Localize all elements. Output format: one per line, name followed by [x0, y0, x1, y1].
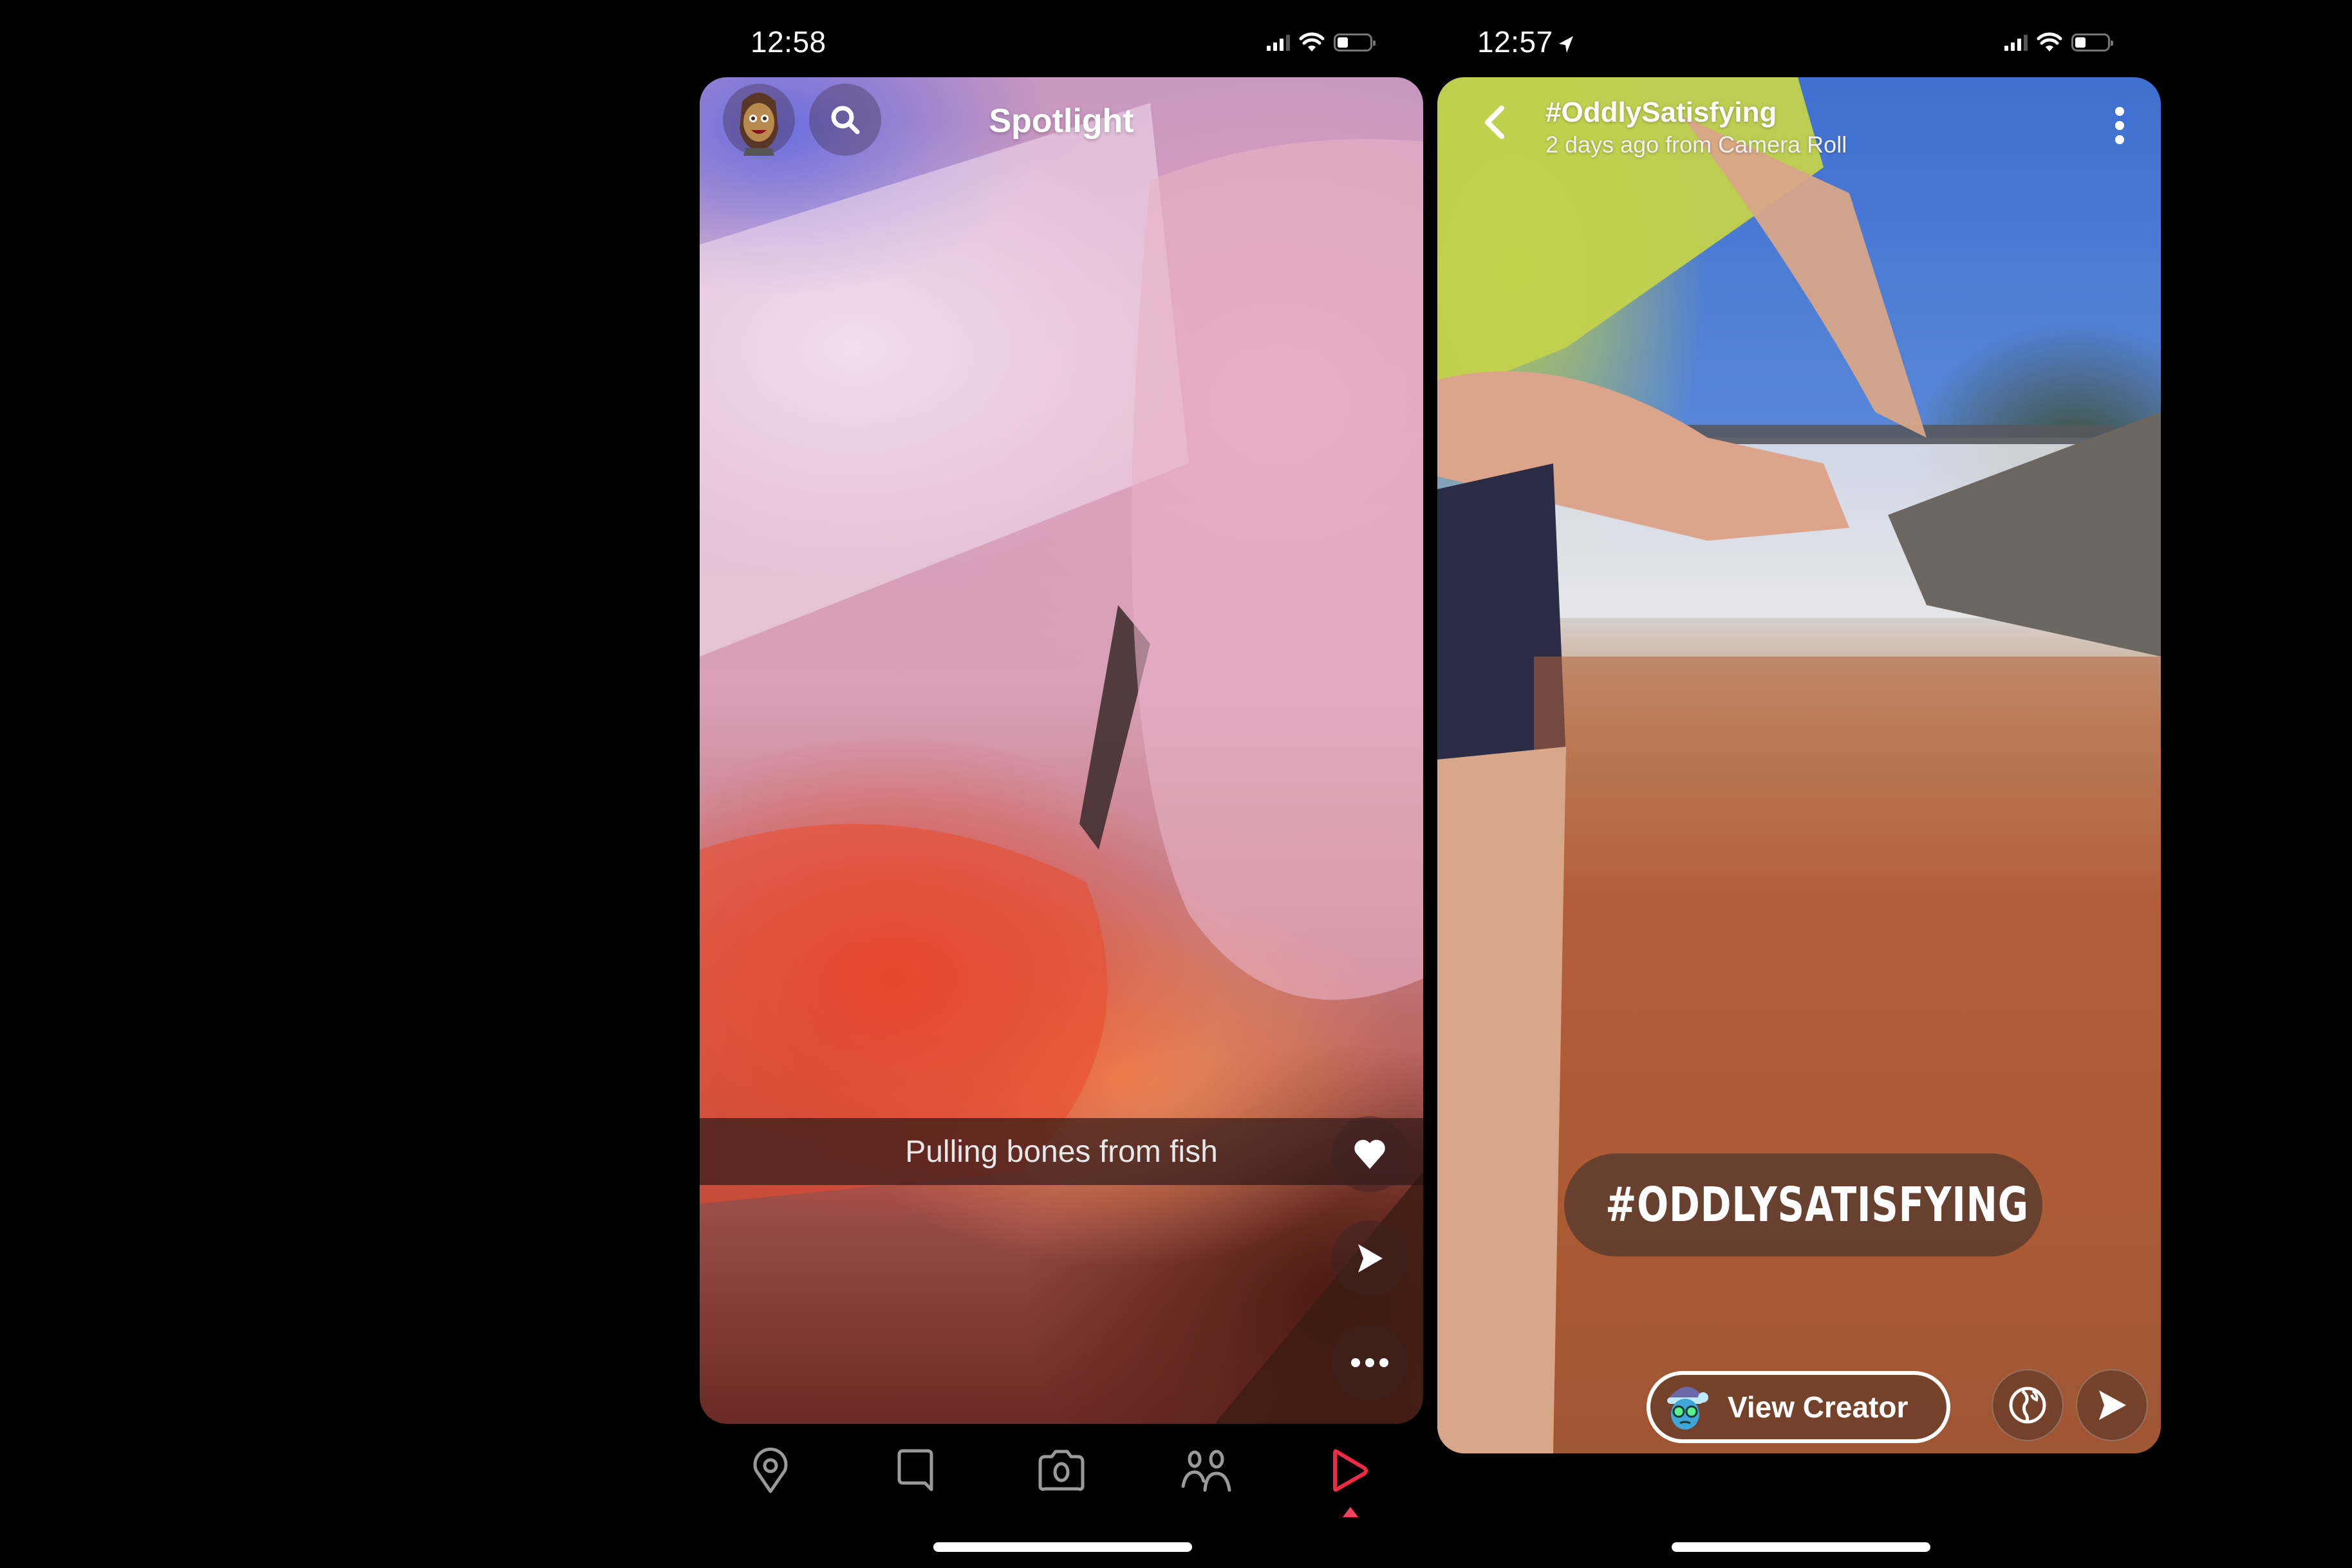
cellular-signal-icon: [2004, 34, 2028, 51]
hashtag-sticker[interactable]: #ODDLYSATISFYING: [1564, 1153, 2042, 1256]
wifi-icon: [1299, 32, 1325, 51]
home-indicator[interactable]: [933, 1542, 1192, 1552]
home-indicator[interactable]: [1672, 1542, 1930, 1552]
camera-icon: [1038, 1450, 1085, 1491]
spotlight-video[interactable]: Spotlight Pulling bones from fish: [700, 77, 1423, 1424]
chat-bubble-icon: [897, 1449, 933, 1491]
nav-friends[interactable]: [1177, 1442, 1235, 1500]
vertical-dots-icon: [2115, 107, 2124, 144]
like-button[interactable]: [1332, 1116, 1408, 1192]
battery-icon: [1334, 33, 1376, 51]
nav-chat[interactable]: [887, 1442, 945, 1500]
nav-spotlight[interactable]: [1321, 1442, 1379, 1500]
public-globe-button[interactable]: [1992, 1369, 2064, 1441]
view-creator-button[interactable]: View Creator: [1647, 1371, 1950, 1443]
view-creator-label: View Creator: [1728, 1390, 1909, 1424]
video-caption-bar: Pulling bones from fish: [700, 1118, 1423, 1185]
wifi-icon: [2037, 32, 2062, 51]
cellular-signal-icon: [1267, 34, 1290, 51]
globe-icon: [2009, 1386, 2046, 1424]
send-arrow-icon: [2099, 1390, 2126, 1420]
page-title: Spotlight: [989, 102, 1134, 140]
right-status-time: 12:57: [1477, 25, 1553, 59]
left-status-time: 12:58: [751, 25, 826, 59]
story-subtitle: 2 days ago from Camera Roll: [1545, 131, 1847, 158]
creator-bitmoji-icon: [1667, 1386, 1708, 1430]
more-dots-icon: [1351, 1358, 1388, 1367]
hashtag-label: #ODDLYSATISFYING: [1605, 1177, 2029, 1233]
heart-icon: [1354, 1139, 1385, 1169]
chevron-left-icon: [1485, 106, 1504, 139]
hashtag-video[interactable]: #OddlySatisfying 2 days ago from Camera …: [1437, 77, 2161, 1453]
left-status-icons: [1267, 31, 1376, 54]
story-title[interactable]: #OddlySatisfying: [1545, 97, 1777, 129]
nav-camera[interactable]: [1032, 1442, 1090, 1500]
friends-icon: [1181, 1450, 1231, 1492]
nav-map[interactable]: [742, 1442, 799, 1500]
right-status-icons: [2004, 31, 2113, 54]
video-frame-art: [700, 103, 1423, 1424]
send-arrow-icon: [1358, 1244, 1383, 1273]
share-button[interactable]: [2076, 1369, 2148, 1441]
share-button[interactable]: [1332, 1220, 1408, 1296]
play-icon: [1333, 1449, 1368, 1492]
back-button[interactable]: [1468, 97, 1520, 148]
active-tab-indicator: [1343, 1507, 1358, 1517]
bottom-nav: [700, 1442, 1423, 1517]
video-caption: Pulling bones from fish: [905, 1134, 1218, 1169]
battery-icon: [2071, 33, 2113, 51]
map-pin-icon: [753, 1448, 788, 1493]
location-arrow-icon: [1559, 36, 1573, 53]
more-button[interactable]: [1332, 1325, 1408, 1401]
more-options-button[interactable]: [2100, 97, 2139, 154]
